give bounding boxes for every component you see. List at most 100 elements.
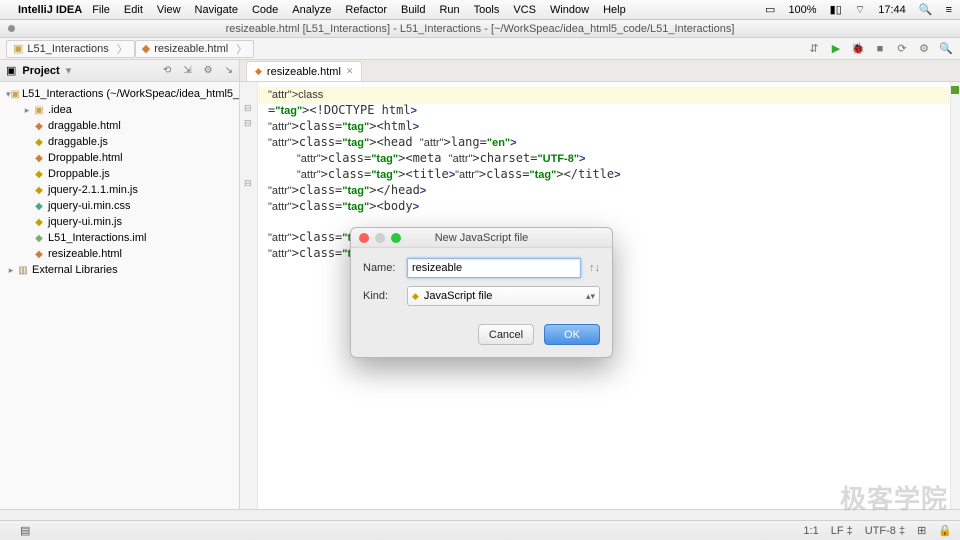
- menu-tools[interactable]: Tools: [474, 4, 500, 16]
- status-bar: ▤ 1:1 LF ‡ UTF-8 ‡ ⊞ 🔒: [0, 520, 960, 540]
- tree-item[interactable]: ◆jquery-ui.min.css: [0, 198, 239, 214]
- dialog-title-bar[interactable]: New JavaScript file: [351, 228, 612, 248]
- settings-button[interactable]: ⚙: [916, 41, 932, 57]
- window-title: resizeable.html [L51_Interactions] - L51…: [226, 23, 735, 35]
- traffic-lights: [359, 233, 401, 243]
- name-input[interactable]: [407, 258, 581, 278]
- close-icon[interactable]: ✕: [346, 66, 354, 77]
- menu-view[interactable]: View: [157, 4, 181, 16]
- menu-analyze[interactable]: Analyze: [292, 4, 331, 16]
- stop-button[interactable]: ■: [872, 41, 888, 57]
- vcs-button[interactable]: ⟳: [894, 41, 910, 57]
- tree-item[interactable]: ◆resizeable.html: [0, 246, 239, 262]
- tree-item[interactable]: ◆Droppable.html: [0, 150, 239, 166]
- menu-window[interactable]: Window: [550, 4, 589, 16]
- js-icon: ◆: [32, 137, 46, 148]
- editor-gutter: ⊟ ⊟ ⊟: [240, 82, 258, 509]
- scroll-from-icon[interactable]: ⟲: [163, 65, 171, 76]
- tree-item[interactable]: ◆draggable.html: [0, 118, 239, 134]
- hide-icon[interactable]: ↘: [225, 65, 233, 76]
- file-encoding[interactable]: UTF-8 ‡: [865, 525, 905, 537]
- menu-edit[interactable]: Edit: [124, 4, 143, 16]
- tree-item[interactable]: ◆L51_Interactions.iml: [0, 230, 239, 246]
- html-icon: ◆: [32, 153, 46, 164]
- html-icon: ◆: [32, 249, 46, 260]
- run-button[interactable]: ▶: [828, 41, 844, 57]
- insert-mode-icon[interactable]: ⊞: [917, 524, 926, 537]
- sort-icon[interactable]: ↑↓: [589, 262, 600, 274]
- dialog-body: Name: ↑↓ Kind: ◆ JavaScript file ▴▾: [351, 248, 612, 320]
- name-row: Name: ↑↓: [363, 258, 600, 278]
- dialog-title: New JavaScript file: [435, 232, 529, 244]
- menu-run[interactable]: Run: [439, 4, 459, 16]
- menu-refactor[interactable]: Refactor: [345, 4, 387, 16]
- html-icon: ◆: [255, 66, 262, 77]
- folder-icon: ▣: [32, 105, 46, 116]
- project-tool-window: ▣ Project ▾ ⟲ ⇲ ⚙ ↘ ▾▣L51_Interactions (…: [0, 60, 240, 509]
- tree-item[interactable]: ◆Droppable.js: [0, 166, 239, 182]
- cancel-button[interactable]: Cancel: [478, 324, 534, 345]
- breadcrumb-file[interactable]: ◆resizeable.html〉: [135, 40, 254, 58]
- js-icon: ◆: [32, 169, 46, 180]
- library-icon: ▥: [16, 265, 30, 276]
- html-icon: ◆: [142, 42, 150, 55]
- inspection-ok-icon[interactable]: [951, 86, 959, 94]
- tree-item[interactable]: ◆draggable.js: [0, 134, 239, 150]
- clock[interactable]: 17:44: [878, 4, 906, 16]
- app-name[interactable]: IntelliJ IDEA: [18, 4, 82, 16]
- debug-button[interactable]: 🐞: [850, 41, 866, 57]
- menu-build[interactable]: Build: [401, 4, 425, 16]
- caret-position[interactable]: 1:1: [803, 525, 818, 537]
- menu-help[interactable]: Help: [603, 4, 626, 16]
- kind-value: JavaScript file: [424, 290, 492, 302]
- menu-file[interactable]: File: [92, 4, 110, 16]
- spotlight-icon[interactable]: 🔍: [919, 4, 933, 16]
- js-icon: ◆: [32, 217, 46, 228]
- name-label: Name:: [363, 262, 407, 274]
- tree-external-libs[interactable]: ▸▥External Libraries: [0, 262, 239, 278]
- menu-navigate[interactable]: Navigate: [195, 4, 238, 16]
- project-tab-label[interactable]: Project: [22, 65, 59, 77]
- nav-toolbar: ▣L51_Interactions〉 ◆resizeable.html〉 ⇵ ▶…: [0, 38, 960, 60]
- css-icon: ◆: [32, 201, 46, 212]
- html-icon: ◆: [32, 121, 46, 132]
- screencast-icon[interactable]: ▭: [765, 4, 775, 16]
- tree-item[interactable]: ◆jquery-2.1.1.min.js: [0, 182, 239, 198]
- menu-extra-icon[interactable]: ≡: [946, 4, 952, 16]
- zoom-window-icon[interactable]: [391, 233, 401, 243]
- settings-icon[interactable]: ⚙: [204, 65, 213, 76]
- editor-tabs: ◆ resizeable.html ✕: [240, 60, 960, 82]
- search-button[interactable]: 🔍: [938, 41, 954, 57]
- modified-dot-icon: [8, 25, 15, 32]
- editor-tab[interactable]: ◆ resizeable.html ✕: [246, 61, 362, 81]
- menu-extras: ▭ 100% ▮▯ ⌔ 17:44 🔍 ≡: [755, 3, 952, 17]
- lock-icon[interactable]: 🔒: [938, 524, 952, 537]
- wifi-icon[interactable]: ⌔: [855, 4, 865, 16]
- project-tree[interactable]: ▾▣L51_Interactions (~/WorkSpeac/idea_htm…: [0, 82, 239, 282]
- battery-icon[interactable]: ▮▯: [830, 4, 842, 16]
- kind-select[interactable]: ◆ JavaScript file ▴▾: [407, 286, 600, 306]
- battery-text[interactable]: 100%: [788, 4, 816, 16]
- minimize-window-icon: [375, 233, 385, 243]
- js-icon: ◆: [412, 291, 419, 302]
- tree-root[interactable]: ▾▣L51_Interactions (~/WorkSpeac/idea_htm…: [0, 86, 239, 102]
- tab-label: resizeable.html: [267, 66, 341, 78]
- menu-code[interactable]: Code: [252, 4, 278, 16]
- ok-button[interactable]: OK: [544, 324, 600, 345]
- watermark: 极客学院: [840, 479, 948, 516]
- make-button[interactable]: ⇵: [806, 41, 822, 57]
- folder-icon: ▣: [11, 89, 20, 100]
- line-separator[interactable]: LF ‡: [831, 525, 853, 537]
- tree-item[interactable]: ▸▣.idea: [0, 102, 239, 118]
- fold-icon[interactable]: ⊟: [244, 178, 252, 189]
- breadcrumb-project[interactable]: ▣L51_Interactions〉: [6, 40, 135, 58]
- project-header: ▣ Project ▾ ⟲ ⇲ ⚙ ↘: [0, 60, 239, 82]
- fold-icon[interactable]: ⊟: [244, 103, 252, 114]
- close-window-icon[interactable]: [359, 233, 369, 243]
- tree-item[interactable]: ◆jquery-ui.min.js: [0, 214, 239, 230]
- menu-vcs[interactable]: VCS: [513, 4, 536, 16]
- folder-icon: ▣: [13, 42, 23, 55]
- status-icon[interactable]: ▤: [20, 524, 30, 537]
- collapse-icon[interactable]: ⇲: [183, 65, 191, 76]
- fold-icon[interactable]: ⊟: [244, 118, 252, 129]
